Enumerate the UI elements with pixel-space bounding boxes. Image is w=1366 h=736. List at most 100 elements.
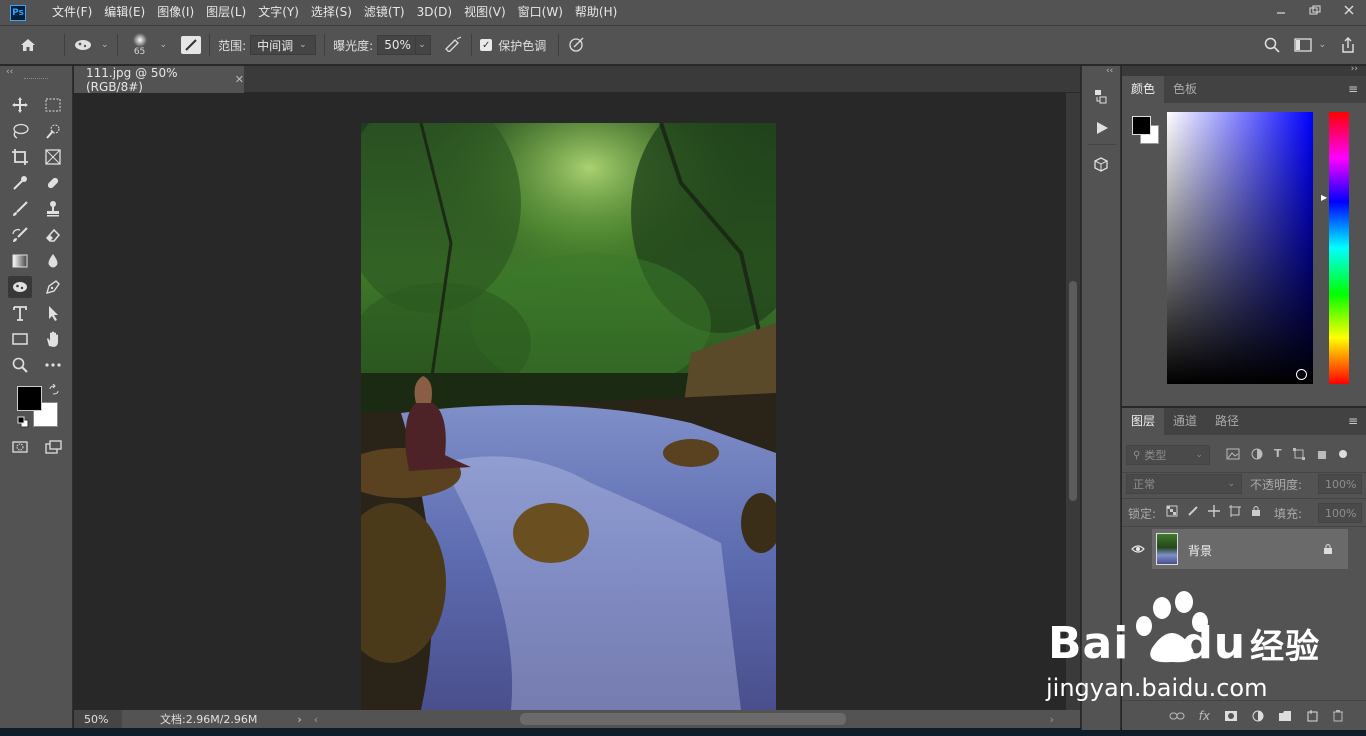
more-tools[interactable]	[41, 354, 65, 376]
zoom-tool[interactable]	[8, 354, 32, 376]
panel-menu-icon[interactable]: ≡	[1348, 76, 1358, 103]
frame-tool[interactable]	[41, 146, 65, 168]
pen-tool[interactable]	[41, 276, 65, 298]
type-filter-icon[interactable]: T	[1274, 447, 1282, 460]
lasso-tool[interactable]	[8, 120, 32, 142]
adjustment-layer-icon[interactable]	[1252, 710, 1264, 722]
tab-swatches[interactable]: 色板	[1164, 76, 1206, 103]
screen-mode-tool[interactable]	[41, 436, 65, 458]
chevron-down-icon[interactable]: ⌄	[160, 40, 168, 50]
zoom-field[interactable]: 50%	[74, 710, 122, 728]
close-button[interactable]	[1332, 0, 1366, 20]
exposure-dropdown[interactable]: ⌄	[415, 35, 432, 55]
collapse-dock-icon[interactable]: ‹‹	[1106, 66, 1113, 76]
layer-row[interactable]	[1152, 529, 1348, 569]
menu-view[interactable]: 视图(V)	[458, 0, 512, 25]
scroll-left-icon[interactable]: ‹	[314, 713, 318, 726]
hue-slider-handle[interactable]: ▶	[1321, 193, 1327, 202]
lock-artboard-icon[interactable]	[1229, 505, 1241, 517]
actions-panel-button[interactable]	[1094, 120, 1110, 139]
marquee-tool[interactable]	[41, 94, 65, 116]
brush-settings-button[interactable]	[181, 36, 202, 54]
blend-mode-select[interactable]: 正常 ⌄	[1126, 474, 1242, 494]
smart-object-filter-icon[interactable]	[1316, 448, 1328, 460]
menu-window[interactable]: 窗口(W)	[512, 0, 569, 25]
foreground-color-swatch[interactable]	[17, 386, 42, 411]
layer-name[interactable]: 背景	[1188, 542, 1212, 559]
path-selection-tool[interactable]	[41, 302, 65, 324]
menu-filter[interactable]: 滤镜(T)	[358, 0, 411, 25]
clone-stamp-tool[interactable]	[41, 198, 65, 220]
panel-grip[interactable]	[24, 78, 48, 80]
menu-layer[interactable]: 图层(L)	[200, 0, 252, 25]
3d-panel-button[interactable]	[1092, 156, 1110, 177]
menu-image[interactable]: 图像(I)	[151, 0, 200, 25]
collapse-panels-icon[interactable]: ››	[1351, 64, 1358, 74]
add-mask-icon[interactable]	[1224, 710, 1238, 722]
lock-all-icon[interactable]	[1250, 505, 1262, 517]
crop-tool[interactable]	[8, 146, 32, 168]
image-filter-icon[interactable]	[1226, 448, 1240, 460]
lock-transparent-icon[interactable]	[1166, 505, 1178, 517]
tool-preset-picker[interactable]: ⌄	[73, 38, 109, 52]
new-group-icon[interactable]	[1278, 710, 1292, 722]
default-colors-icon[interactable]	[17, 416, 29, 431]
swap-colors-icon[interactable]	[48, 383, 60, 399]
history-brush-tool[interactable]	[8, 224, 32, 246]
rectangle-tool[interactable]	[8, 328, 32, 350]
close-tab-icon[interactable]: ✕	[235, 73, 244, 86]
visibility-eye-icon[interactable]	[1131, 543, 1145, 557]
menu-help[interactable]: 帮助(H)	[569, 0, 623, 25]
menu-type[interactable]: 文字(Y)	[252, 0, 305, 25]
blur-tool[interactable]	[41, 250, 65, 272]
healing-brush-tool[interactable]	[41, 172, 65, 194]
layer-style-icon[interactable]: fx	[1199, 709, 1210, 723]
search-icon[interactable]	[1264, 37, 1281, 53]
opacity-input[interactable]: 100%	[1318, 474, 1362, 494]
status-menu-icon[interactable]: ›	[297, 713, 301, 726]
brush-tool[interactable]	[8, 198, 32, 220]
saturation-brightness-field[interactable]	[1167, 112, 1313, 384]
panel-foreground-swatch[interactable]	[1132, 116, 1151, 135]
document-image[interactable]	[336, 93, 811, 710]
tab-paths[interactable]: 路径	[1206, 408, 1248, 435]
share-icon[interactable]	[1340, 37, 1356, 53]
range-select[interactable]: 中间调 ⌄	[250, 35, 317, 55]
history-panel-button[interactable]	[1092, 88, 1110, 109]
menu-file[interactable]: 文件(F)	[46, 0, 98, 25]
tab-color[interactable]: 颜色	[1122, 76, 1165, 103]
filter-toggle[interactable]	[1338, 449, 1347, 458]
type-tool[interactable]	[8, 302, 32, 324]
lock-pixels-icon[interactable]	[1187, 505, 1199, 517]
shape-filter-icon[interactable]	[1292, 447, 1305, 460]
tab-channels[interactable]: 通道	[1164, 408, 1206, 435]
scroll-right-icon[interactable]: ›	[1050, 713, 1054, 726]
home-button[interactable]	[0, 37, 56, 53]
tab-layers[interactable]: 图层	[1122, 408, 1165, 435]
menu-select[interactable]: 选择(S)	[305, 0, 358, 25]
move-tool[interactable]	[8, 94, 32, 116]
quick-selection-tool[interactable]	[41, 120, 65, 142]
minimize-button[interactable]	[1264, 0, 1298, 20]
menu-3d[interactable]: 3D(D)	[411, 0, 458, 25]
horizontal-scroll-thumb[interactable]	[520, 713, 846, 725]
delete-layer-icon[interactable]	[1332, 709, 1344, 722]
link-layers-icon[interactable]	[1169, 711, 1185, 721]
eyedropper-tool[interactable]	[8, 172, 32, 194]
panel-menu-icon[interactable]: ≡	[1348, 408, 1358, 435]
menu-edit[interactable]: 编辑(E)	[98, 0, 151, 25]
protect-tones-checkbox[interactable]: ✓ 保护色调	[480, 37, 550, 54]
collapse-tools-icon[interactable]: ‹‹	[6, 67, 13, 77]
new-layer-icon[interactable]	[1306, 709, 1318, 722]
exposure-input[interactable]: 50%	[377, 35, 416, 55]
hand-tool[interactable]	[41, 328, 65, 350]
gradient-tool[interactable]	[8, 250, 32, 272]
brush-preset-picker[interactable]: 65	[126, 33, 154, 57]
lock-position-icon[interactable]	[1208, 505, 1220, 517]
sponge-tool[interactable]	[8, 276, 32, 298]
layer-filter-select[interactable]: ⚲ 类型 ⌄	[1126, 445, 1210, 465]
hue-slider[interactable]	[1329, 112, 1349, 384]
workspace-switcher[interactable]: ⌄	[1294, 38, 1326, 52]
eraser-tool[interactable]	[41, 224, 65, 246]
pressure-button[interactable]	[567, 35, 587, 56]
